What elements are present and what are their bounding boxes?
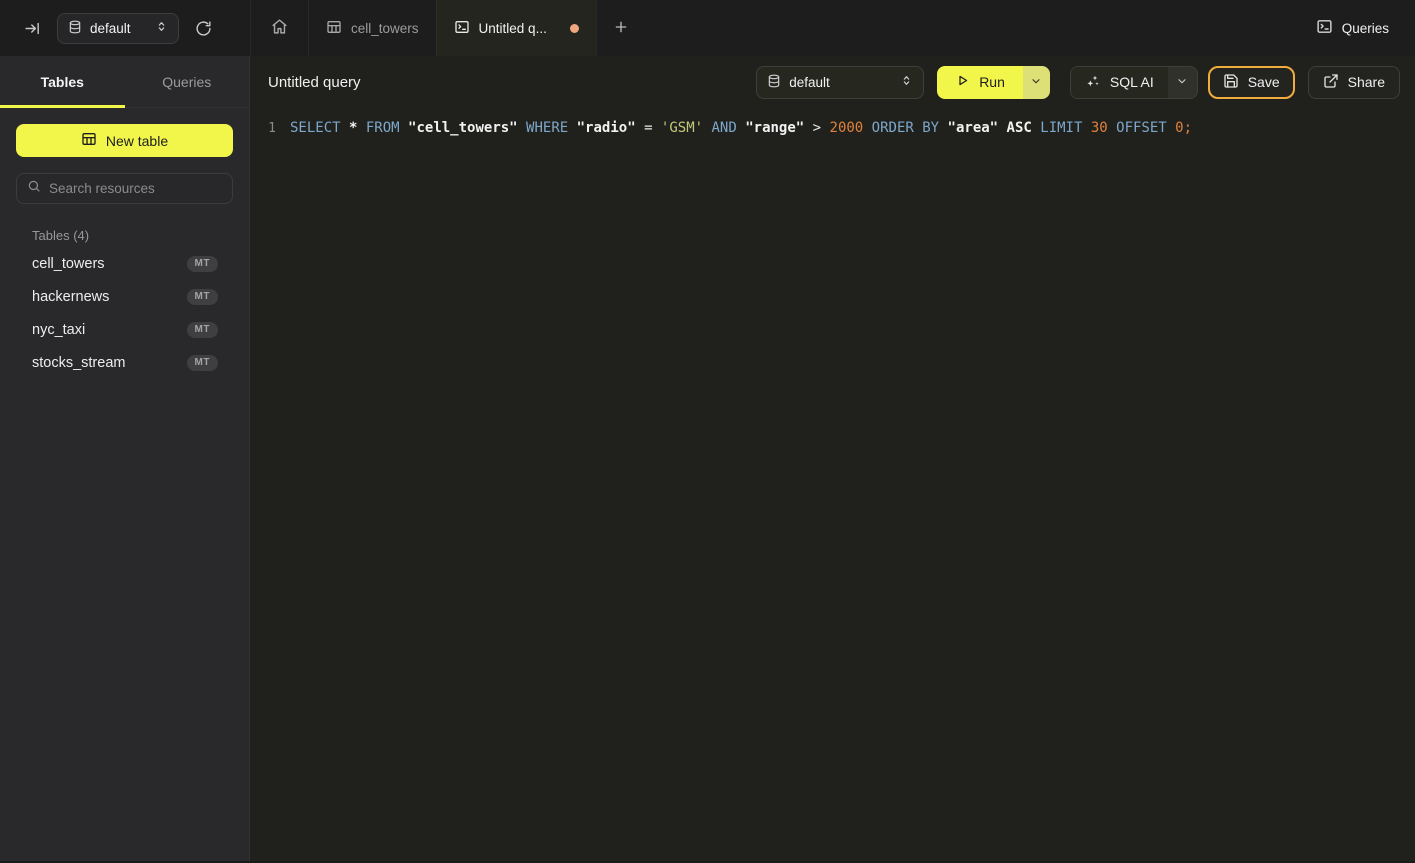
table-icon xyxy=(81,131,97,150)
tab-label: cell_towers xyxy=(351,21,419,36)
sparkles-icon xyxy=(1085,73,1101,92)
queries-button-label: Queries xyxy=(1342,21,1389,36)
new-table-button[interactable]: New table xyxy=(16,124,233,157)
topbar-right-section: Queries xyxy=(1316,0,1415,56)
line-number: 1 xyxy=(250,120,276,138)
save-icon xyxy=(1223,73,1239,92)
search-resources-input[interactable] xyxy=(49,181,222,196)
sql-code-line: 1 SELECT * FROM "cell_towers" WHERE "rad… xyxy=(250,119,1415,138)
table-engine-badge: MT xyxy=(187,289,218,305)
app-window: default cell_towers xyxy=(0,0,1415,863)
search-icon xyxy=(27,179,41,198)
chevron-down-icon xyxy=(1030,75,1042,90)
table-engine-badge: MT xyxy=(187,355,218,371)
toolbar-database-selector[interactable]: default xyxy=(756,66,924,99)
sql-ai-button-label: SQL AI xyxy=(1110,74,1154,90)
run-button-label: Run xyxy=(979,74,1005,90)
topbar-left-section: default xyxy=(0,0,250,56)
refresh-icon xyxy=(195,20,212,37)
topbar-database-selector[interactable]: default xyxy=(57,13,179,44)
table-engine-badge: MT xyxy=(187,322,218,338)
terminal-icon xyxy=(1316,18,1333,38)
share-icon xyxy=(1323,73,1339,92)
search-resources-box xyxy=(16,173,233,204)
table-row-hackernews[interactable]: hackernews MT xyxy=(0,280,249,313)
sidebar-tabs: Tables Queries xyxy=(0,56,249,108)
topbar: default cell_towers xyxy=(0,0,1415,56)
new-table-label: New table xyxy=(106,133,168,149)
query-workspace: Untitled query default xyxy=(250,56,1415,863)
new-tab-button[interactable] xyxy=(596,0,645,56)
plus-icon xyxy=(613,19,629,38)
query-title: Untitled query xyxy=(268,74,361,91)
play-icon xyxy=(955,73,970,91)
table-name: hackernews xyxy=(32,289,187,305)
chevron-up-down-icon xyxy=(155,20,168,36)
table-icon xyxy=(326,19,342,38)
table-name: stocks_stream xyxy=(32,355,187,371)
tab-label: Untitled q... xyxy=(479,21,547,36)
query-toolbar: Untitled query default xyxy=(250,56,1415,108)
home-icon xyxy=(271,18,288,38)
refresh-button[interactable] xyxy=(193,18,214,39)
toolbar-controls: default Run xyxy=(756,66,1400,99)
run-options-button[interactable] xyxy=(1023,66,1050,99)
sidebar: Tables Queries New table Tables (4) cell… xyxy=(0,56,250,863)
table-row-cell-towers[interactable]: cell_towers MT xyxy=(0,247,249,280)
sql-editor[interactable]: 1 SELECT * FROM "cell_towers" WHERE "rad… xyxy=(250,108,1415,863)
database-selector-value: default xyxy=(789,75,892,90)
save-button-label: Save xyxy=(1248,74,1280,90)
table-name: cell_towers xyxy=(32,256,187,272)
database-selector-value: default xyxy=(90,21,147,36)
queries-button[interactable]: Queries xyxy=(1316,18,1389,38)
table-name: nyc_taxi xyxy=(32,322,187,338)
collapse-sidebar-button[interactable] xyxy=(22,18,43,39)
arrow-to-line-icon xyxy=(24,20,41,37)
sidebar-tab-tables[interactable]: Tables xyxy=(0,56,125,107)
sidebar-tab-queries[interactable]: Queries xyxy=(125,56,250,107)
tab-cell-towers[interactable]: cell_towers xyxy=(308,0,436,56)
save-button[interactable]: Save xyxy=(1208,66,1295,99)
tab-home[interactable] xyxy=(250,0,308,56)
share-button-label: Share xyxy=(1348,74,1385,90)
tab-untitled-query[interactable]: Untitled q... xyxy=(436,0,596,56)
table-engine-badge: MT xyxy=(187,256,218,272)
table-row-nyc-taxi[interactable]: nyc_taxi MT xyxy=(0,313,249,346)
sql-ai-options-button[interactable] xyxy=(1168,67,1197,98)
run-button[interactable]: Run xyxy=(937,66,1023,99)
share-button[interactable]: Share xyxy=(1308,66,1400,99)
database-icon xyxy=(767,74,781,91)
database-icon xyxy=(68,20,82,37)
sql-statement: SELECT * FROM "cell_towers" WHERE "radio… xyxy=(290,119,1192,137)
terminal-icon xyxy=(454,19,470,38)
chevron-up-down-icon xyxy=(900,74,913,90)
table-list: cell_towers MT hackernews MT nyc_taxi MT… xyxy=(0,247,249,379)
sql-ai-button[interactable]: SQL AI xyxy=(1071,67,1168,98)
chevron-down-icon xyxy=(1176,75,1188,90)
sql-ai-split-button: SQL AI xyxy=(1070,66,1198,99)
table-row-stocks-stream[interactable]: stocks_stream MT xyxy=(0,346,249,379)
tables-section-label: Tables (4) xyxy=(32,228,233,243)
unsaved-changes-dot xyxy=(570,24,579,33)
run-split-button: Run xyxy=(937,66,1050,99)
tab-bar: cell_towers Untitled q... xyxy=(250,0,645,56)
